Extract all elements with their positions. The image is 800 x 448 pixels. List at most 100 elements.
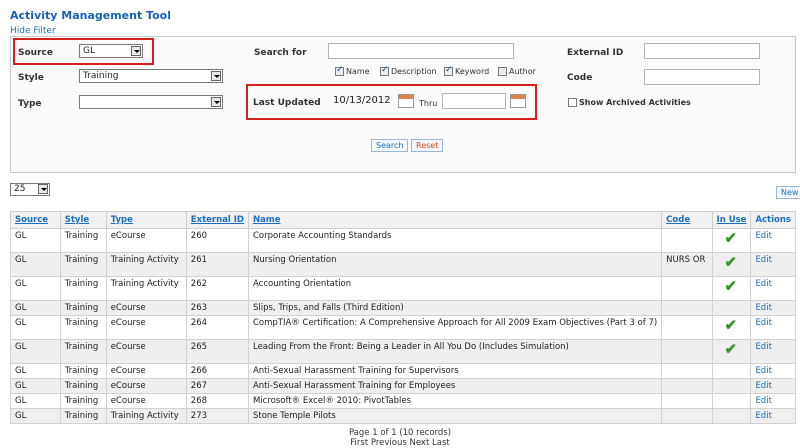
page-size-value: 25 [14, 184, 26, 194]
column-type[interactable]: Type [105, 211, 187, 229]
code-input[interactable] [644, 69, 760, 85]
edit-link[interactable]: Edit [750, 393, 796, 409]
pager-previous-link[interactable]: Previous [371, 438, 407, 448]
search-input[interactable] [328, 43, 514, 59]
edit-link[interactable]: Edit [750, 228, 796, 253]
cell-name: Stone Temple Pilots [247, 408, 663, 424]
edit-link[interactable]: Edit [750, 363, 796, 379]
cell-name: Accounting Orientation [247, 276, 663, 301]
cell-code [661, 228, 713, 253]
archived-checkbox-label: Show Archived Activities [579, 98, 691, 107]
cell-style: Training [59, 408, 107, 424]
column-source[interactable]: Source [10, 211, 61, 229]
external-id-input[interactable] [644, 43, 760, 59]
name-checkbox-label: Name [346, 67, 370, 76]
cell-style: Training [59, 393, 107, 409]
author-checkbox-label: Author [509, 67, 536, 76]
pager-last-link[interactable]: Last [432, 438, 450, 448]
keyword-checkbox[interactable]: Keyword [444, 65, 490, 76]
cell-name: Anti-Sexual Harassment Training for Empl… [247, 378, 663, 394]
checkbox-unchecked-icon [568, 98, 577, 107]
edit-link[interactable]: Edit [750, 408, 796, 424]
column-style[interactable]: Style [59, 211, 107, 229]
cell-in-use [711, 408, 752, 424]
new-button[interactable]: New [776, 186, 800, 199]
filter-panel: Source GL Style Training Type Search for… [10, 36, 796, 173]
column-actions: Actions [750, 211, 796, 229]
cell-style: Training [59, 315, 107, 340]
source-highlight [13, 38, 154, 65]
type-select[interactable] [79, 95, 223, 109]
edit-link[interactable]: Edit [750, 339, 796, 364]
table-row: GL Training eCourse 263 Slips, Trips, and Fa… [10, 300, 796, 316]
cell-type: Training Activity [105, 408, 187, 424]
cell-name: Leading From the Front: Being a Leader i… [247, 339, 663, 364]
cell-external-id: 261 [185, 252, 249, 277]
cell-code: NURS OR [661, 252, 713, 277]
edit-link[interactable]: Edit [750, 300, 796, 316]
description-checkbox[interactable]: Description [380, 65, 437, 76]
chevron-down-icon [211, 97, 221, 107]
column-in-use[interactable]: In Use [711, 211, 752, 229]
checkmark-icon [724, 340, 738, 358]
pager-next-link[interactable]: Next [409, 438, 429, 448]
page-title: Activity Management Tool [10, 9, 171, 22]
table-header-row: Source Style Type External ID Name Code … [10, 211, 796, 229]
cell-type: Training Activity [105, 252, 187, 277]
cell-code [661, 339, 713, 364]
cell-external-id: 273 [185, 408, 249, 424]
cell-in-use [711, 393, 752, 409]
cell-source: GL [10, 408, 61, 424]
edit-link[interactable]: Edit [750, 315, 796, 340]
table-row: GL Training eCourse 268 Microsoft® Excel® 20… [10, 393, 796, 409]
cell-type: Training Activity [105, 276, 187, 301]
cell-external-id: 268 [185, 393, 249, 409]
cell-style: Training [59, 363, 107, 379]
edit-link[interactable]: Edit [750, 378, 796, 394]
archived-checkbox[interactable]: Show Archived Activities [568, 98, 691, 107]
cell-external-id: 262 [185, 276, 249, 301]
table-row: GL Training Training Activity 273 Stone Temp… [10, 408, 796, 424]
checkbox-checked-icon [444, 65, 453, 76]
cell-type: eCourse [105, 393, 187, 409]
cell-code [661, 363, 713, 379]
name-checkbox[interactable]: Name [335, 65, 370, 76]
column-code[interactable]: Code [661, 211, 713, 229]
cell-external-id: 265 [185, 339, 249, 364]
edit-link[interactable]: Edit [750, 252, 796, 277]
checkmark-icon [724, 277, 738, 295]
activities-table: Source Style Type External ID Name Code … [10, 211, 796, 424]
column-name[interactable]: Name [247, 211, 663, 229]
cell-type: eCourse [105, 378, 187, 394]
cell-type: eCourse [105, 315, 187, 340]
reset-button[interactable]: Reset [411, 139, 444, 152]
cell-source: GL [10, 393, 61, 409]
cell-in-use [711, 252, 752, 277]
author-checkbox[interactable]: Author [498, 67, 536, 76]
pager-links: First Previous Next Last [0, 438, 800, 448]
cell-external-id: 264 [185, 315, 249, 340]
checkbox-unchecked-icon [498, 67, 507, 76]
search-button[interactable]: Search [371, 139, 409, 152]
pager-first-link[interactable]: First [350, 438, 368, 448]
style-select[interactable]: Training [79, 69, 223, 83]
table-body: GL Training eCourse 260 Corporate Accounting… [10, 228, 796, 424]
table-row: GL Training eCourse 266 Anti-Sexual Harassme… [10, 363, 796, 379]
cell-in-use [711, 228, 752, 253]
cell-style: Training [59, 300, 107, 316]
cell-name: Corporate Accounting Standards [247, 228, 663, 253]
checkbox-checked-icon [380, 65, 389, 76]
keyword-checkbox-label: Keyword [455, 67, 490, 76]
column-external-id[interactable]: External ID [185, 211, 249, 229]
cell-source: GL [10, 339, 61, 364]
cell-name: Slips, Trips, and Falls (Third Edition) [247, 300, 663, 316]
cell-type: eCourse [105, 300, 187, 316]
cell-external-id: 260 [185, 228, 249, 253]
cell-source: GL [10, 300, 61, 316]
chevron-down-icon [38, 184, 48, 194]
page-size-select[interactable]: 25 [10, 183, 50, 196]
edit-link[interactable]: Edit [750, 276, 796, 301]
hide-filter-link[interactable]: Hide Filter [10, 26, 56, 36]
table-row: GL Training eCourse 265 Leading From the Fro… [10, 339, 796, 364]
cell-in-use [711, 363, 752, 379]
